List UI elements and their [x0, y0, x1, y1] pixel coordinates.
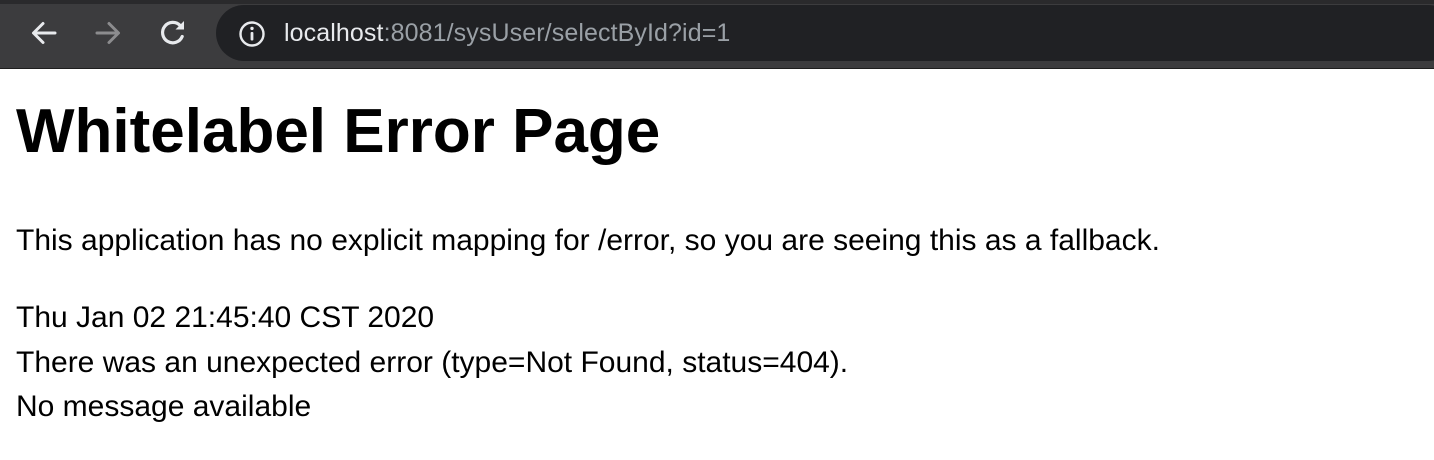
browser-toolbar: localhost:8081/sysUser/selectById?id=1 [0, 0, 1434, 69]
url-path: :8081/sysUser/selectById?id=1 [383, 19, 731, 47]
error-timestamp: Thu Jan 02 21:45:40 CST 2020 [16, 301, 435, 334]
back-arrow-icon [32, 22, 57, 44]
toolbar-top-edge [0, 0, 1434, 4]
error-details: Thu Jan 02 21:45:40 CST 2020 There was a… [16, 296, 848, 430]
reload-button[interactable] [155, 15, 191, 51]
url-text[interactable]: localhost:8081/sysUser/selectById?id=1 [284, 16, 730, 50]
error-status-line: There was an unexpected error (type=Not … [16, 345, 849, 379]
back-button[interactable] [26, 15, 62, 51]
forward-arrow-icon [95, 22, 120, 44]
url-host: localhost [284, 19, 384, 47]
info-icon[interactable] [238, 20, 266, 48]
page-title: Whitelabel Error Page [16, 97, 661, 166]
forward-button[interactable] [90, 15, 126, 51]
error-message: No message available [16, 390, 312, 423]
reload-icon [161, 20, 184, 45]
error-explanation: This application has no explicit mapping… [16, 224, 1160, 257]
